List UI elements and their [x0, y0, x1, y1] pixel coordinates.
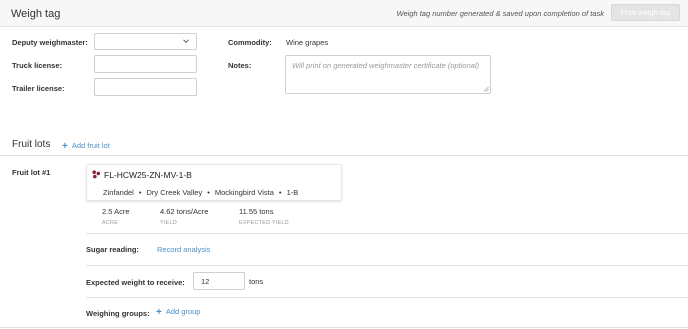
stat-acre: 2.5 Acre ACRE: [102, 207, 130, 226]
stat-yield: 4.62 tons/Acre YIELD: [160, 207, 208, 226]
weigh-tag-note: Weigh tag number generated & saved upon …: [396, 9, 605, 18]
add-group-button[interactable]: + Add group: [156, 307, 200, 318]
trailer-license-input[interactable]: [94, 78, 197, 96]
meta-separator: •: [278, 188, 282, 197]
notes-label: Notes:: [228, 61, 252, 70]
meta-separator: •: [207, 188, 210, 197]
truck-license-label: Truck license:: [12, 61, 63, 70]
commodity-label: Commodity:: [228, 38, 272, 47]
plus-icon: +: [62, 141, 68, 152]
fruit-lot-variety: Zinfandel: [103, 188, 134, 197]
expected-weight-value: 12: [201, 277, 210, 286]
deputy-weighmaster-label: Deputy weighmaster:: [12, 38, 88, 47]
stat-acre-caption: ACRE: [102, 220, 119, 226]
notes-textarea[interactable]: Will print on generated weighmaster cert…: [285, 55, 491, 94]
expected-weight-label: Expected weight to receive:: [86, 278, 185, 287]
lot-divider: [86, 233, 688, 234]
lot-divider: [86, 297, 688, 298]
fruit-lots-divider: [0, 155, 688, 156]
fruit-lot-card[interactable]: FL-HCW25-ZN-MV-1-B Zinfandel • Dry Creek V…: [86, 164, 342, 201]
trailer-license-label: Trailer license:: [12, 84, 65, 93]
meta-separator: •: [138, 188, 142, 197]
stat-yield-caption: YIELD: [160, 220, 177, 226]
add-fruit-lot-button[interactable]: + Add fruit lot: [62, 141, 110, 152]
commodity-value: Wine grapes: [286, 38, 329, 47]
add-group-label: Add group: [165, 307, 201, 316]
truck-license-input[interactable]: [94, 55, 197, 73]
fruit-lot-label: Fruit lot #1: [12, 168, 51, 177]
fruit-lot-meta: Zinfandel • Dry Creek Valley • Mockingbird V…: [103, 188, 298, 197]
notes-placeholder: Will print on generated weighmaster cert…: [292, 61, 480, 70]
sugar-reading-label: Sugar reading:: [86, 245, 139, 254]
lot-divider: [86, 265, 688, 266]
fruit-lot-code: FL-HCW25-ZN-MV-1-B: [104, 170, 192, 180]
fruit-lots-title: Fruit lots: [12, 139, 51, 150]
bottom-divider: [0, 327, 688, 328]
fruit-lot-block: 1-B: [286, 188, 299, 197]
page-title: Weigh tag: [11, 8, 61, 20]
record-analysis-link[interactable]: Record analysis: [157, 245, 210, 254]
grapes-icon: [92, 170, 101, 179]
expected-weight-unit: tons: [249, 277, 264, 286]
stat-acre-value: 2.5 Acre: [102, 207, 130, 216]
deputy-weighmaster-select[interactable]: [94, 33, 197, 50]
print-weigh-tag-button[interactable]: Print weigh tag: [611, 4, 680, 21]
expected-weight-input[interactable]: 12: [193, 272, 245, 290]
weigh-tag-header: Weigh tag Weigh tag number generated & s…: [0, 0, 688, 27]
stat-expected-yield: 11.55 tons EXPECTED YIELD: [239, 207, 289, 226]
plus-icon: +: [156, 307, 162, 318]
fruit-lot-vineyard: Mockingbird Vista: [214, 188, 274, 197]
add-fruit-lot-label: Add fruit lot: [71, 141, 110, 150]
weighing-groups-label: Weighing groups:: [86, 309, 150, 318]
stat-expected-yield-caption: EXPECTED YIELD: [239, 220, 289, 226]
stat-expected-yield-value: 11.55 tons: [239, 207, 274, 216]
stat-yield-value: 4.62 tons/Acre: [160, 207, 209, 216]
resize-grip-icon[interactable]: [483, 86, 489, 92]
chevron-down-icon: [183, 39, 189, 44]
fruit-lot-region: Dry Creek Valley: [146, 188, 203, 197]
